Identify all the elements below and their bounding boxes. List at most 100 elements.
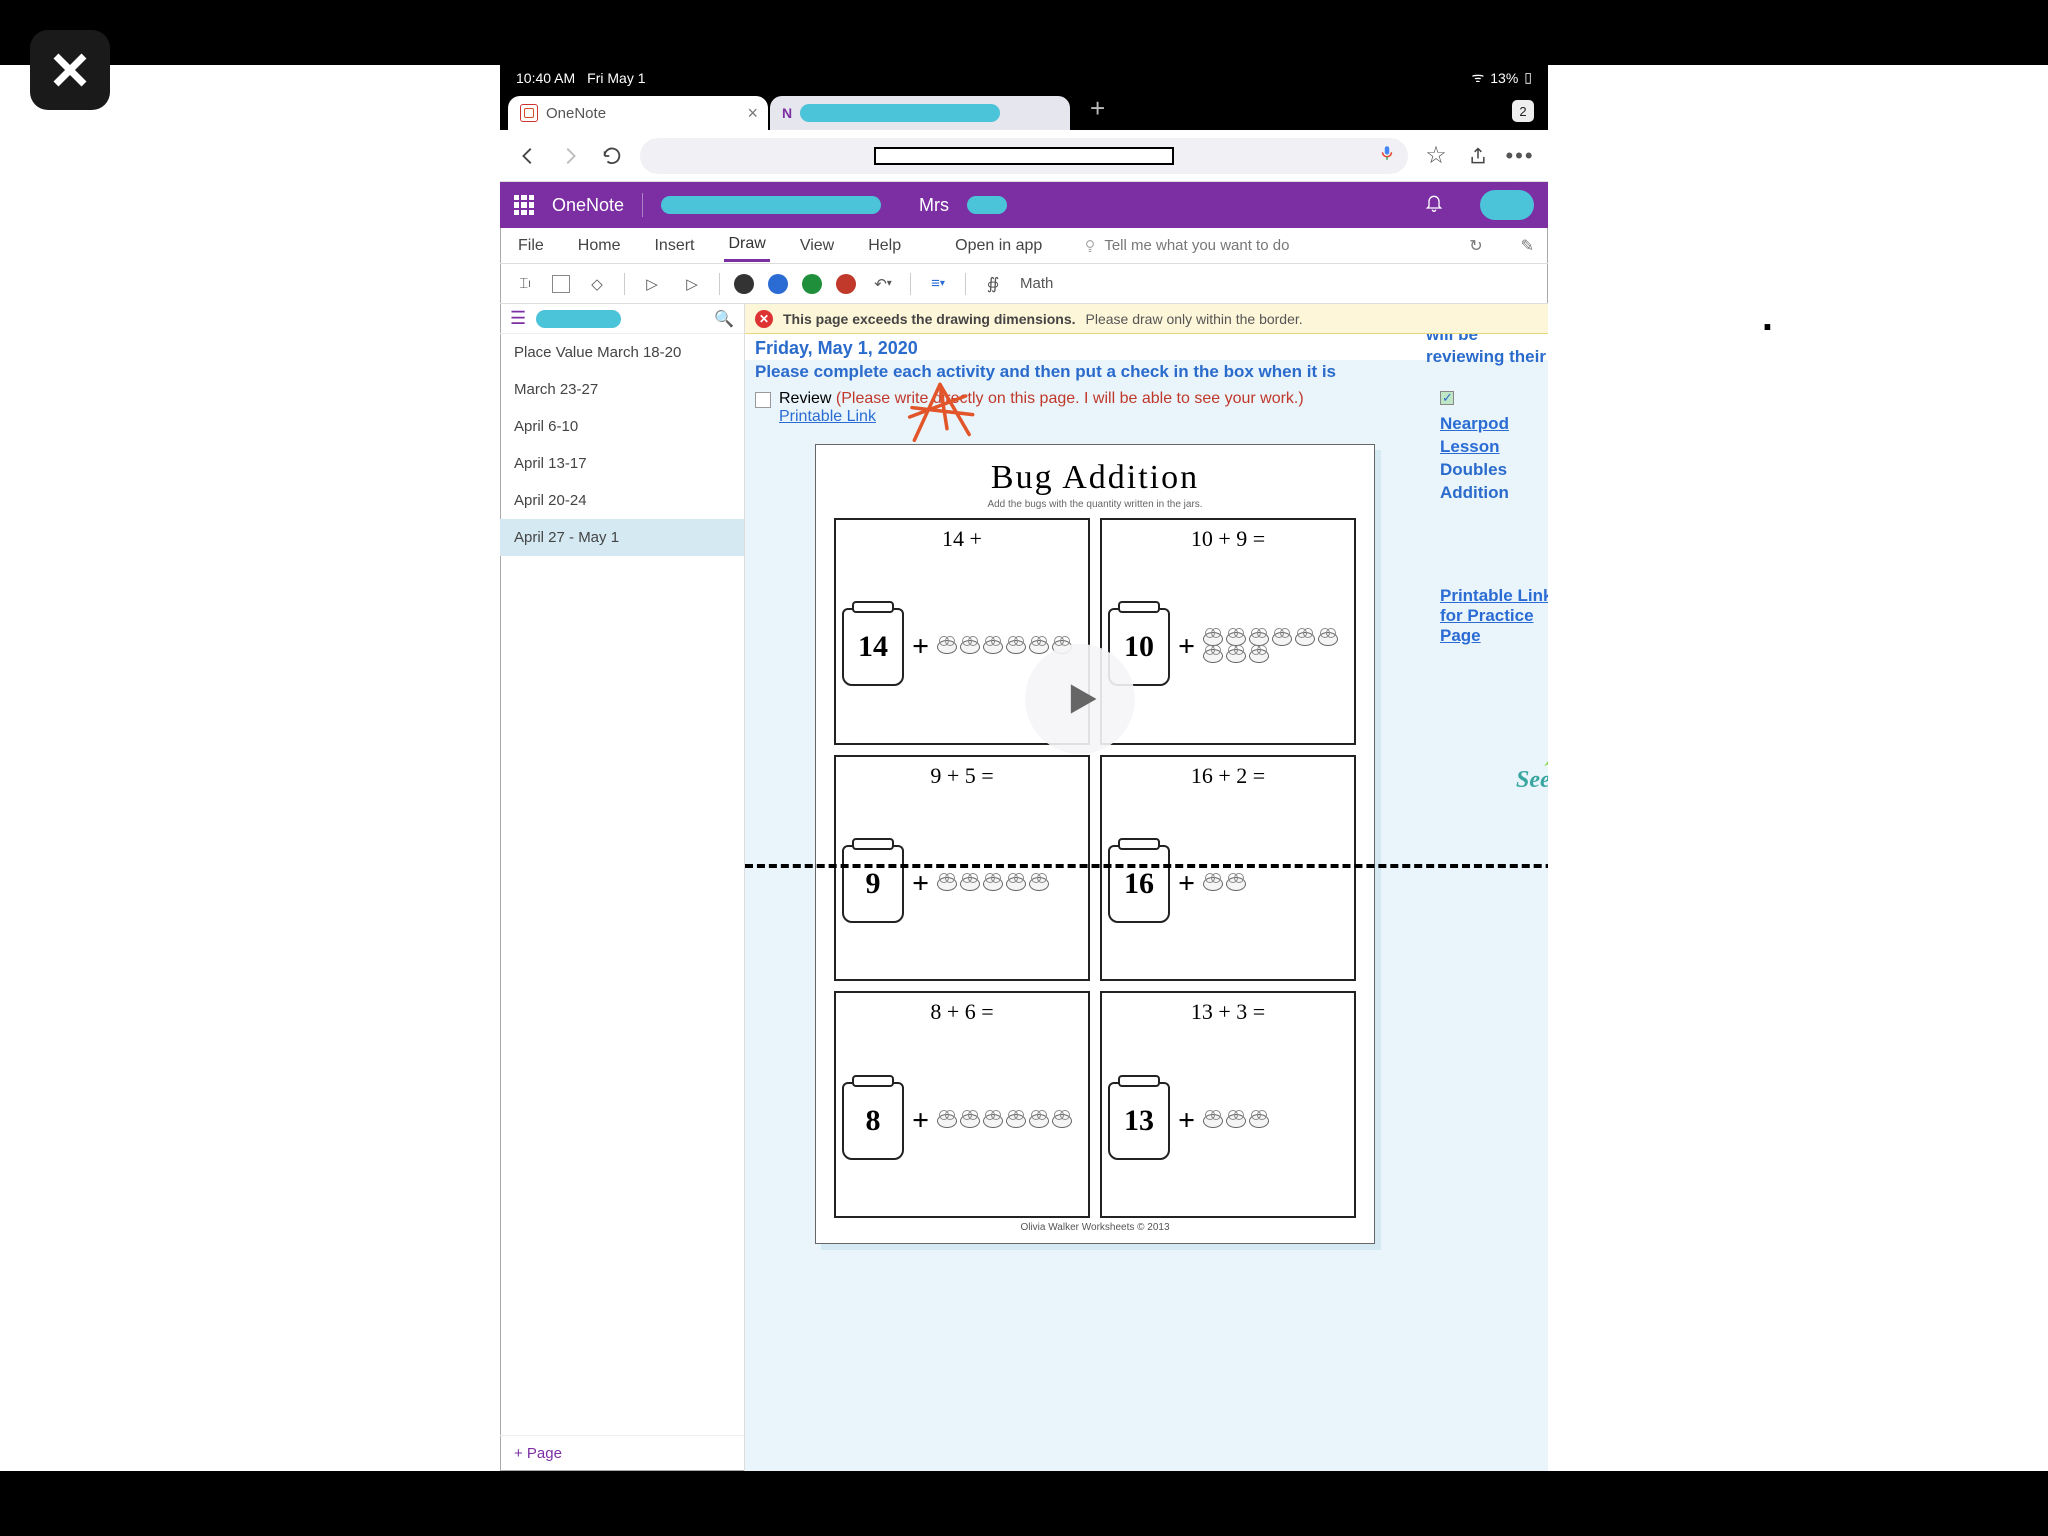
body: Place Value March 18-20March 23-27April … bbox=[500, 334, 1548, 1471]
mic-icon bbox=[1378, 144, 1396, 162]
printable-link[interactable]: Printable Link bbox=[779, 408, 876, 425]
notifications-button[interactable] bbox=[1424, 193, 1444, 218]
draw-toolbar: ⌶I ◇ ▷ ▷ ↶▾ ≡▾ ∯ Math bbox=[500, 264, 1548, 304]
reload-button[interactable] bbox=[598, 142, 626, 170]
app-launcher-button[interactable] bbox=[514, 195, 534, 215]
undo-button[interactable]: ↶▾ bbox=[870, 271, 896, 297]
tab-insert[interactable]: Insert bbox=[650, 231, 698, 261]
page-margin-right bbox=[1548, 65, 2048, 1471]
warning-title: This page exceeds the drawing dimensions… bbox=[783, 311, 1076, 327]
worksheet-footer: Olivia Walker Worksheets © 2013 bbox=[834, 1222, 1356, 1233]
pen-tool-2[interactable]: ▷ bbox=[679, 271, 705, 297]
page-item[interactable]: April 13-17 bbox=[500, 445, 744, 482]
redacted-url bbox=[874, 147, 1174, 165]
redacted-avatar[interactable] bbox=[1480, 190, 1534, 220]
tell-me-search[interactable]: Tell me what you want to do bbox=[1082, 237, 1289, 254]
status-bar: 10:40 AM Fri May 1 ᯤ 13% ▯ bbox=[500, 65, 1548, 90]
tab-close-button[interactable]: × bbox=[747, 103, 758, 124]
ink-black[interactable] bbox=[734, 274, 754, 294]
star-annotation bbox=[905, 382, 975, 452]
letterbox-bottom bbox=[0, 1471, 2048, 1536]
page-margin-left bbox=[0, 65, 500, 1471]
practice-link[interactable]: Printable Link for Practice Page bbox=[1440, 586, 1548, 645]
math-button[interactable]: Math bbox=[1020, 275, 1053, 292]
page-item[interactable]: Place Value March 18-20 bbox=[500, 334, 744, 371]
browser-toolbar: ☆ ••• bbox=[500, 130, 1548, 182]
tab-onenote[interactable]: OneNote × bbox=[508, 96, 768, 130]
right-links-2: Printable Link for Practice Page bbox=[1440, 586, 1548, 646]
warning-text: Please draw only within the border. bbox=[1086, 311, 1303, 327]
worksheet-subtitle: Add the bugs with the quantity written i… bbox=[834, 499, 1356, 510]
seesaw-label: ➤ Sees bbox=[1516, 746, 1548, 794]
video-play-button[interactable] bbox=[1025, 644, 1135, 754]
wifi-icon: ᯤ bbox=[1471, 68, 1484, 87]
warning-banner: ✕ This page exceeds the drawing dimensio… bbox=[745, 304, 1548, 334]
pen-tool-1[interactable]: ▷ bbox=[639, 271, 665, 297]
nearpod-link[interactable]: Nearpod Lesson bbox=[1440, 413, 1548, 459]
onenote-icon: N bbox=[782, 105, 792, 121]
lasso-tool[interactable] bbox=[552, 275, 570, 293]
app-name: OneNote bbox=[552, 195, 624, 216]
onenote-header: OneNote Mrs bbox=[500, 182, 1548, 228]
status-time: 10:40 AM bbox=[516, 70, 575, 86]
forward-button[interactable] bbox=[556, 142, 584, 170]
letterbox-top bbox=[0, 0, 2048, 65]
bulb-icon bbox=[1082, 238, 1098, 254]
page-item[interactable]: April 20-24 bbox=[500, 482, 744, 519]
page-sidebar: Place Value March 18-20March 23-27April … bbox=[500, 334, 745, 1471]
dictate-button[interactable]: ↻ bbox=[1469, 236, 1482, 256]
note-canvas[interactable]: will be reviewing their Friday, May 1, 2… bbox=[745, 334, 1548, 1471]
ink-red[interactable] bbox=[836, 274, 856, 294]
page-item[interactable]: March 23-27 bbox=[500, 371, 744, 408]
editing-button[interactable]: ✎ bbox=[1521, 236, 1534, 256]
tab-secondary[interactable]: N bbox=[770, 96, 1070, 130]
review-checkbox[interactable] bbox=[755, 392, 771, 408]
review-block: Review (Please write directly on this pa… bbox=[755, 390, 1395, 426]
tab-view[interactable]: View bbox=[796, 231, 838, 261]
ink-blue[interactable] bbox=[768, 274, 788, 294]
tab-label: OneNote bbox=[546, 105, 606, 122]
back-button[interactable] bbox=[514, 142, 542, 170]
share-button[interactable] bbox=[1464, 142, 1492, 170]
worksheet-title: Bug Addition bbox=[834, 459, 1356, 497]
voice-search-button[interactable] bbox=[1378, 144, 1396, 167]
ipad-frame: 10:40 AM Fri May 1 ᯤ 13% ▯ OneNote × N +… bbox=[500, 65, 1548, 1471]
redacted-section-name bbox=[536, 310, 621, 328]
ink-green[interactable] bbox=[802, 274, 822, 294]
math-icon: ∯ bbox=[980, 271, 1006, 297]
close-overlay-button[interactable] bbox=[30, 30, 110, 110]
add-page-button[interactable]: + Page bbox=[500, 1435, 744, 1471]
url-field[interactable] bbox=[640, 138, 1408, 174]
search-button[interactable]: 🔍 bbox=[714, 309, 734, 329]
warning-close-icon[interactable]: ✕ bbox=[755, 310, 773, 328]
worksheet-cell: 13 + 3 =13+ bbox=[1100, 991, 1356, 1218]
redacted-tab-title bbox=[800, 104, 1000, 122]
nearpod-checkbox[interactable] bbox=[1440, 391, 1454, 405]
open-in-app-button[interactable]: Open in app bbox=[951, 231, 1046, 261]
new-tab-button[interactable]: + bbox=[1072, 93, 1123, 130]
bookmark-button[interactable]: ☆ bbox=[1422, 142, 1450, 170]
page-item[interactable]: April 6-10 bbox=[500, 408, 744, 445]
status-date: Fri May 1 bbox=[587, 70, 645, 86]
review-label: Review bbox=[779, 390, 831, 407]
text-select-tool[interactable]: ⌶I bbox=[512, 271, 538, 297]
battery-icon: ▯ bbox=[1524, 69, 1532, 86]
battery-percent: 13% bbox=[1490, 70, 1518, 86]
hamburger-button[interactable]: ☰ bbox=[510, 308, 526, 329]
more-button[interactable]: ••• bbox=[1506, 142, 1534, 170]
tab-count-button[interactable]: 2 bbox=[1512, 100, 1534, 122]
tab-help[interactable]: Help bbox=[864, 231, 905, 261]
tab-home[interactable]: Home bbox=[574, 231, 625, 261]
note-instruction: Please complete each activity and then p… bbox=[755, 362, 1548, 382]
dashed-annotation-line bbox=[745, 864, 1548, 868]
paragraph-button[interactable]: ≡▾ bbox=[925, 271, 951, 297]
play-icon bbox=[1058, 677, 1102, 721]
tab-draw[interactable]: Draw bbox=[724, 229, 769, 262]
eraser-tool[interactable]: ◇ bbox=[584, 271, 610, 297]
page-list: Place Value March 18-20March 23-27April … bbox=[500, 334, 744, 1435]
right-links-1: Nearpod Lesson Doubles Addition bbox=[1440, 390, 1548, 505]
office-icon bbox=[520, 104, 538, 122]
sidebar-header: ☰ 🔍 bbox=[500, 304, 745, 334]
tab-file[interactable]: File bbox=[514, 231, 548, 261]
page-item[interactable]: April 27 - May 1 bbox=[500, 519, 744, 556]
